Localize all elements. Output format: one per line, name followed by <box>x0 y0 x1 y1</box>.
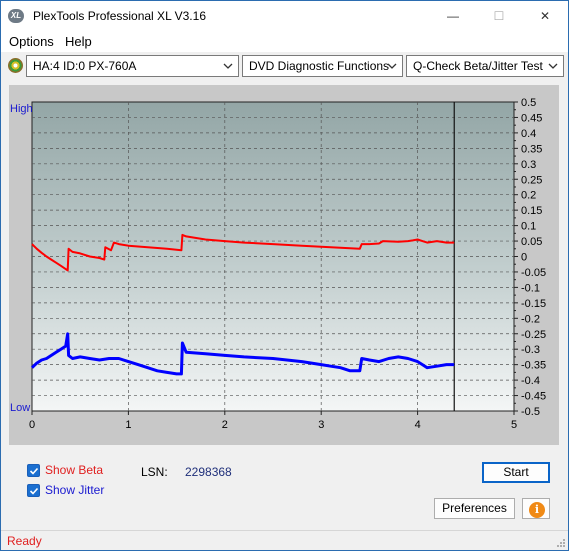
title-bar[interactable]: XL PlexTools Professional XL V3.16 — ☐ ✕ <box>1 1 568 31</box>
y-tick-label: 0 <box>521 252 527 264</box>
chevron-down-icon <box>223 63 233 69</box>
maximize-button[interactable]: ☐ <box>476 1 522 31</box>
y-tick-label: -0.2 <box>521 313 540 325</box>
drive-select-value: HA:4 ID:0 PX-760A <box>33 59 137 73</box>
axis-label-high: High <box>10 103 33 115</box>
y-tick-label: 0.5 <box>521 97 536 109</box>
y-tick-label: -0.25 <box>521 329 546 341</box>
checkbox-checked-icon <box>27 464 40 477</box>
y-tick-label: -0.4 <box>521 375 540 387</box>
lsn-label: LSN: <box>141 465 168 479</box>
menu-options[interactable]: Options <box>9 34 54 49</box>
lsn-value: 2298368 <box>185 465 232 479</box>
show-jitter-label: Show Jitter <box>45 483 105 497</box>
chevron-down-icon <box>548 63 558 69</box>
y-tick-label: 0.25 <box>521 174 542 186</box>
chevron-down-icon <box>387 63 397 69</box>
x-tick-label: 2 <box>222 419 228 431</box>
minimize-button[interactable]: — <box>430 1 476 31</box>
window-title: PlexTools Professional XL V3.16 <box>33 9 206 23</box>
x-tick-label: 3 <box>318 419 324 431</box>
disc-icon <box>8 58 23 73</box>
y-tick-label: 0.3 <box>521 159 536 171</box>
x-tick-label: 4 <box>415 419 421 431</box>
toolbar: HA:4 ID:0 PX-760A DVD Diagnostic Functio… <box>1 52 568 81</box>
y-tick-label: -0.1 <box>521 282 540 294</box>
checkbox-checked-icon <box>27 484 40 497</box>
status-bar: Ready <box>1 530 568 550</box>
beta-jitter-chart: 0.5 0.45 0.4 0.35 0.3 0.25 0.2 0.15 0.1 0.05 0 -0.0… <box>10 97 546 431</box>
preferences-button[interactable]: Preferences <box>434 498 515 519</box>
app-logo-icon: XL <box>8 9 24 23</box>
y-tick-label: -0.35 <box>521 360 546 372</box>
x-tick-label: 1 <box>125 419 131 431</box>
test-select-value: Q-Check Beta/Jitter Test <box>413 59 543 73</box>
y-tick-labels: 0.5 0.45 0.4 0.35 0.3 0.25 0.2 0.15 0.1 0.05 0 -0.0… <box>514 97 546 418</box>
y-tick-label: 0.45 <box>521 112 542 124</box>
info-button[interactable]: i <box>522 498 550 519</box>
show-beta-label: Show Beta <box>45 463 104 477</box>
y-tick-label: -0.3 <box>521 344 540 356</box>
function-select[interactable]: DVD Diagnostic Functions <box>242 55 403 77</box>
y-tick-label: 0.2 <box>521 190 536 202</box>
info-icon: i <box>529 502 545 518</box>
x-tick-label: 5 <box>511 419 517 431</box>
status-text: Ready <box>7 534 42 548</box>
function-select-value: DVD Diagnostic Functions <box>249 59 390 73</box>
y-tick-label: 0.15 <box>521 205 542 217</box>
test-select[interactable]: Q-Check Beta/Jitter Test <box>406 55 564 77</box>
menu-help[interactable]: Help <box>65 34 92 49</box>
y-tick-label: 0.35 <box>521 143 542 155</box>
chart-panel: 0.5 0.45 0.4 0.35 0.3 0.25 0.2 0.15 0.1 0.05 0 -0.0… <box>9 85 559 445</box>
y-tick-label: -0.45 <box>521 391 546 403</box>
y-tick-label: 0.4 <box>521 128 536 140</box>
y-tick-label: 0.05 <box>521 236 542 248</box>
start-button[interactable]: Start <box>482 462 550 483</box>
close-button[interactable]: ✕ <box>522 1 568 31</box>
x-tick-label: 0 <box>29 419 35 431</box>
resize-grip-icon[interactable] <box>556 538 566 548</box>
y-tick-label: -0.15 <box>521 298 546 310</box>
axis-label-low: Low <box>10 402 30 414</box>
y-tick-label: 0.1 <box>521 221 536 233</box>
y-tick-label: -0.5 <box>521 406 540 418</box>
drive-select[interactable]: HA:4 ID:0 PX-760A <box>26 55 239 77</box>
x-tick-labels: 0 1 2 3 4 5 <box>29 411 517 431</box>
y-tick-label: -0.05 <box>521 267 546 279</box>
menu-bar: Options Help <box>1 31 568 52</box>
app-window: XL PlexTools Professional XL V3.16 — ☐ ✕… <box>0 0 569 551</box>
